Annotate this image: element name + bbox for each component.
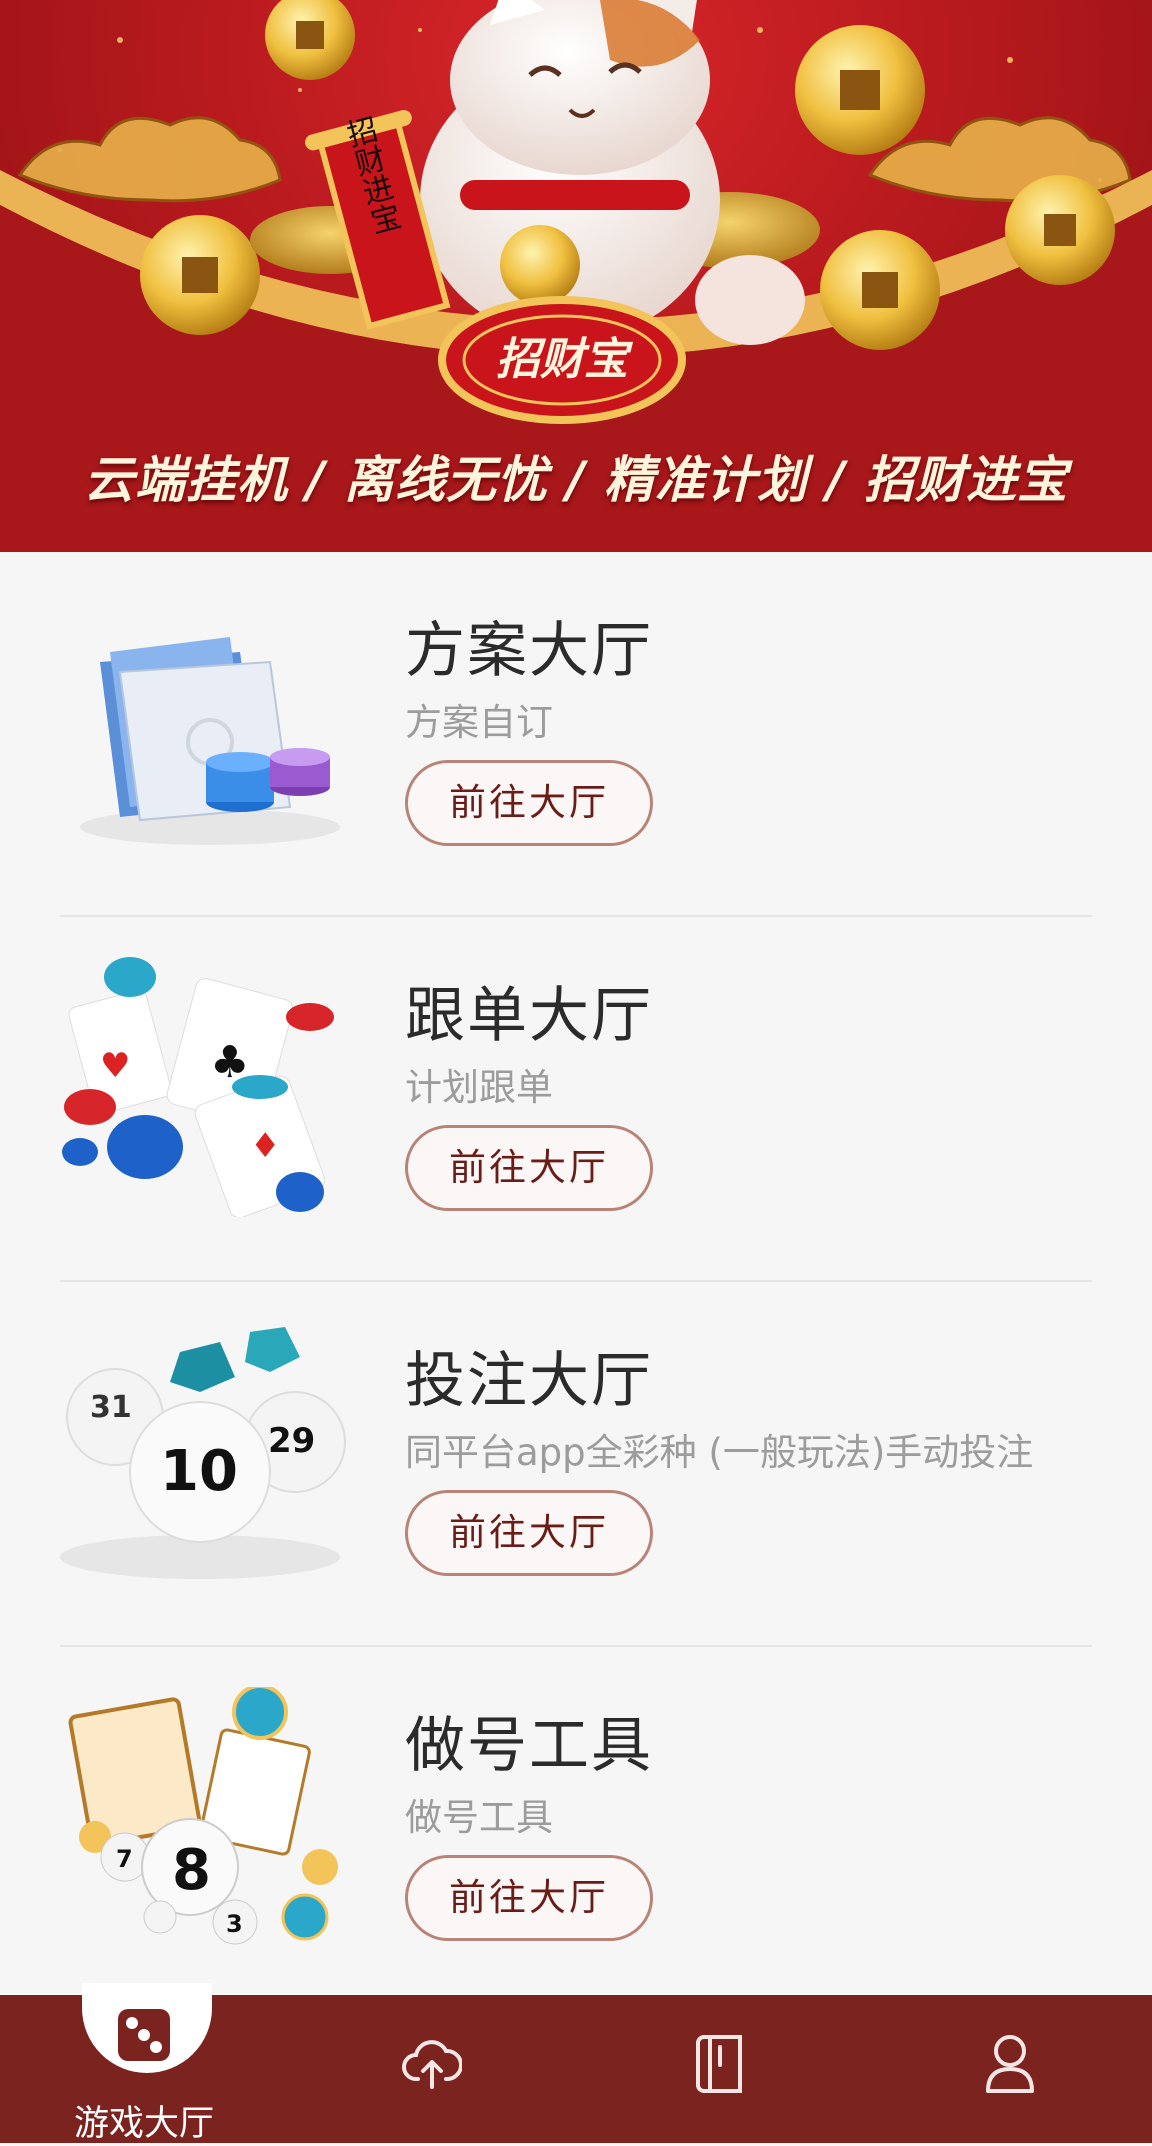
svg-text:7: 7 [116,1845,133,1873]
lucky-cat-icon [420,0,805,345]
tab-label: 游戏大厅 [73,2104,214,2144]
cloud-upload-icon [402,2040,462,2089]
go-to-hall-button[interactable]: 前往大厅 [405,760,653,846]
svg-text:10: 10 [160,1439,238,1504]
svg-text:♦: ♦ [250,1126,280,1166]
card-title: 做号工具 [405,1711,653,1781]
banner-slogan: 云端挂机 / 离线无忧 / 精准计划 / 招财进宝 [83,451,1069,509]
svg-text:8: 8 [172,1838,211,1903]
hall-card-plan[interactable]: 方案大厅 方案自订 前往大厅 [60,552,1092,915]
hall-card-bet[interactable]: 31 29 10 投注大厅 同平台app全彩种 (一般玩法)手动投注 前往大厅 [60,1282,1092,1645]
card-subtitle: 方案自订 [405,701,553,744]
bottom-tab-bar: 游戏大厅 [0,1983,1152,2144]
go-to-hall-button[interactable]: 前往大厅 [405,1490,653,1576]
tab-profile[interactable] [864,1995,1152,2143]
svg-text:31: 31 [90,1390,132,1425]
card-subtitle: 同平台app全彩种 (一般玩法)手动投注 [405,1431,1034,1474]
promo-banner[interactable]: 招财进宝 招财宝 云端挂机 / 离线无忧 / 精准计划 / 招财进宝 [0,0,1152,552]
go-to-hall-button[interactable]: 前往大厅 [405,1855,653,1941]
dice-icon [118,2009,170,2061]
go-to-hall-button[interactable]: 前往大厅 [405,1125,653,1211]
tab-records[interactable] [576,1995,864,2143]
lottery-balls-icon: 31 29 10 [60,1327,346,1579]
svg-text:29: 29 [268,1421,315,1461]
notebook-icon [696,2035,742,2093]
svg-text:招财宝: 招财宝 [496,335,634,384]
card-title: 方案大厅 [405,616,653,686]
user-icon [986,2035,1034,2093]
tab-game-hall[interactable]: 游戏大厅 [0,1983,288,2144]
card-subtitle: 做号工具 [405,1796,553,1839]
card-title: 跟单大厅 [405,981,653,1051]
hall-card-tools[interactable]: 7 3 8 做号工具 做号工具 前往大厅 [60,1647,1092,2010]
svg-text:♥: ♥ [100,1046,130,1086]
svg-text:3: 3 [226,1910,243,1938]
folder-chips-icon [80,637,340,845]
playing-cards-chips-icon: ♥ ♣ ♦ [62,957,334,1217]
card-title: 投注大厅 [405,1346,653,1416]
card-subtitle: 计划跟单 [405,1066,553,1109]
logo-badge: 招财宝 [438,296,686,424]
tab-cloud[interactable] [288,1995,576,2143]
casino-collage-icon: 7 3 8 [68,1687,338,1945]
hall-card-follow[interactable]: ♥ ♣ ♦ 跟单大厅 计划跟单 前往大厅 [60,917,1092,1280]
